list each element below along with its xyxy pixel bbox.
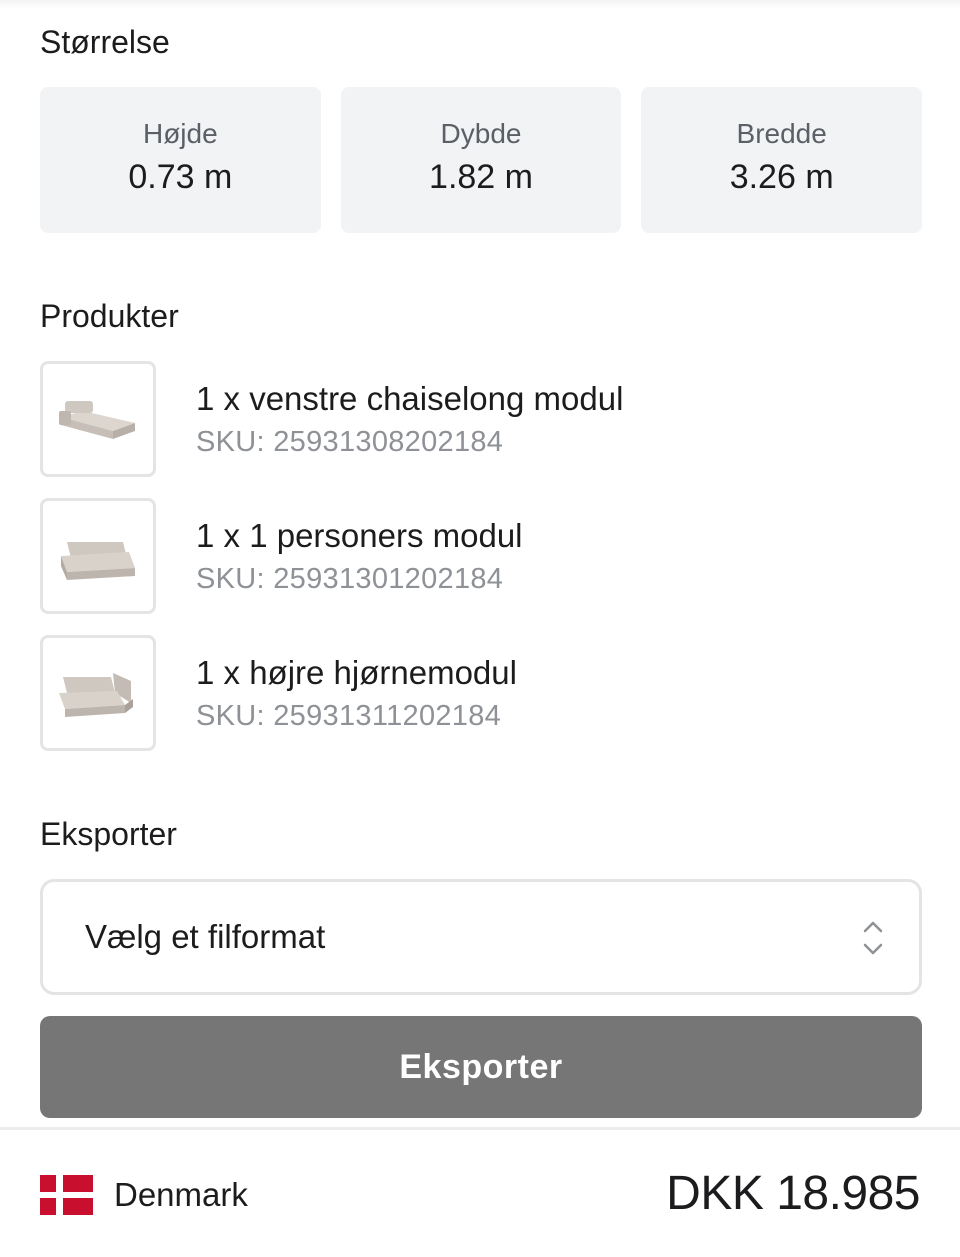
- product-item[interactable]: 1 x 1 personers modul SKU: 2593130120218…: [40, 498, 920, 614]
- export-section-title: Eksporter: [40, 816, 177, 852]
- product-sku: SKU: 25931311202184: [196, 699, 502, 732]
- width-card: Bredde 3.26 m: [641, 87, 923, 233]
- product-sku: SKU: 25931308202184: [196, 425, 504, 458]
- product-name: 1 x 1 personers modul: [196, 516, 523, 554]
- products-section-title: Produkter: [40, 298, 179, 334]
- single-seat-module-thumbnail-icon: [40, 498, 156, 614]
- width-label: Bredde: [736, 117, 827, 149]
- product-item[interactable]: 1 x højre hjørnemodul SKU: 2593131120218…: [40, 635, 920, 751]
- corner-module-thumbnail-icon: [40, 635, 156, 751]
- product-sku: SKU: 25931301202184: [196, 562, 504, 595]
- export-button[interactable]: Eksporter: [40, 1016, 922, 1118]
- footer-divider: [0, 1127, 960, 1130]
- file-format-select[interactable]: Vælg et filformat: [40, 879, 922, 995]
- total-price: DKK 18.985: [666, 1167, 920, 1220]
- depth-value: 1.82 m: [429, 157, 533, 196]
- product-item[interactable]: 1 x venstre chaiselong modul SKU: 259313…: [40, 361, 920, 477]
- height-card: Højde 0.73 m: [40, 87, 321, 233]
- country-selector[interactable]: Denmark: [114, 1176, 248, 1214]
- product-name: 1 x venstre chaiselong modul: [196, 379, 624, 417]
- width-value: 3.26 m: [729, 157, 834, 196]
- size-section-title: Størrelse: [40, 24, 170, 60]
- chevron-up-down-icon: [863, 921, 883, 955]
- file-format-select-value: Vælg et filformat: [85, 918, 326, 955]
- dimensions-row: Højde 0.73 m Dybde 1.82 m Bredde 3.26 m: [40, 87, 923, 233]
- denmark-flag-icon[interactable]: [40, 1175, 93, 1215]
- height-label: Højde: [142, 117, 218, 149]
- product-name: 1 x højre hjørnemodul: [196, 653, 517, 691]
- depth-card: Dybde 1.82 m: [340, 87, 622, 233]
- top-edge-shadow: [0, 0, 960, 8]
- depth-label: Dybde: [440, 117, 522, 149]
- chaiselong-module-thumbnail-icon: [40, 361, 156, 477]
- height-value: 0.73 m: [128, 157, 233, 196]
